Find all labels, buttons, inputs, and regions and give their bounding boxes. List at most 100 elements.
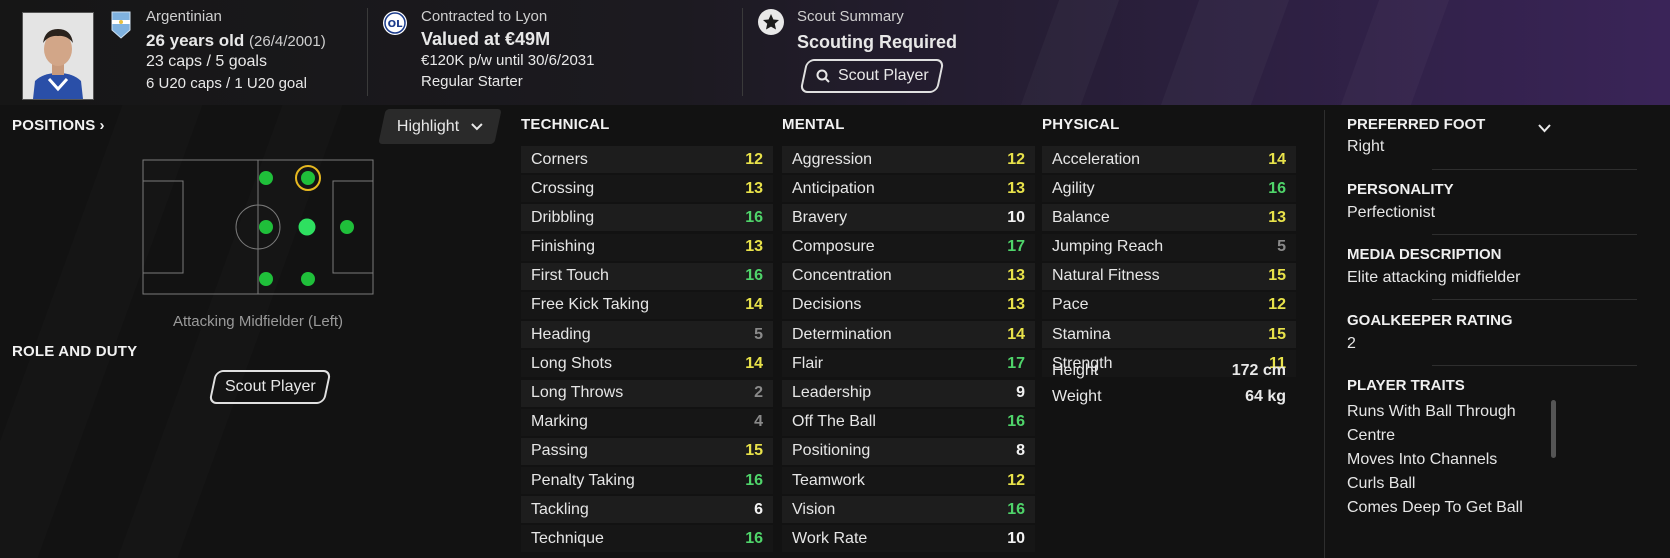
attribute-value: 14	[1007, 325, 1025, 343]
club-badge-text: OL	[388, 19, 404, 30]
attribute-row[interactable]: Acceleration 14	[1042, 146, 1296, 173]
divider	[1432, 299, 1637, 300]
weight-value: 64 kg	[1245, 388, 1286, 405]
position-dot	[259, 220, 273, 234]
highlight-dropdown[interactable]: Highlight	[378, 109, 502, 144]
age-line: 26 years old (26/4/2001)	[146, 31, 326, 51]
attribute-row[interactable]: Passing 15	[521, 437, 773, 465]
attribute-value: 2	[754, 384, 763, 401]
height-value: 172 cm	[1231, 362, 1286, 379]
position-dot-selected	[301, 171, 315, 185]
divider	[1432, 365, 1637, 366]
attribute-row[interactable]: Work Rate 10	[782, 525, 1035, 553]
goalkeeper-rating-value: 2	[1347, 335, 1356, 352]
attribute-row[interactable]: Pace 12	[1042, 291, 1296, 319]
attribute-row[interactable]: Heading 5	[521, 321, 773, 349]
attribute-name: Finishing	[531, 238, 596, 256]
attribute-row[interactable]: Crossing 13	[521, 175, 773, 203]
attribute-value: 6	[754, 500, 763, 518]
wage-text: €120K p/w until 30/6/2031	[421, 52, 595, 69]
traits-scrollbar[interactable]	[1551, 400, 1556, 458]
attribute-row[interactable]: Vision 16	[782, 496, 1035, 524]
attribute-row[interactable]: Stamina 15	[1042, 321, 1296, 349]
scouting-status: Scouting Required	[797, 32, 958, 52]
attribute-row[interactable]: Anticipation 13	[782, 175, 1035, 203]
trait-item: Curls Ball	[1347, 475, 1416, 492]
attribute-row[interactable]: Teamwork 12	[782, 467, 1035, 495]
attribute-name: Long Shots	[531, 354, 612, 372]
scout-summary-label: Scout Summary	[797, 8, 904, 25]
mental-title: MENTAL	[782, 116, 845, 133]
chevron-right-icon: ›	[99, 117, 105, 134]
attribute-value: 17	[1007, 354, 1025, 372]
position-dot	[298, 218, 316, 236]
attribute-value: 8	[1016, 442, 1025, 460]
attribute-row[interactable]: Dribbling 16	[521, 204, 773, 232]
caps-text: 23 caps / 5 goals	[146, 53, 267, 70]
nationality-text: Argentinian	[146, 8, 222, 25]
attribute-row[interactable]: Tackling 6	[521, 496, 773, 524]
attribute-name: First Touch	[531, 267, 609, 285]
attribute-name: Off The Ball	[792, 413, 876, 431]
attribute-row[interactable]: First Touch 16	[521, 262, 773, 290]
role-scout-player-button[interactable]: Scout Player	[208, 370, 332, 404]
attribute-name: Crossing	[531, 179, 595, 197]
chevron-down-icon	[471, 122, 483, 130]
attribute-row[interactable]: Corners 12	[521, 146, 773, 173]
player-portrait	[22, 12, 94, 100]
attribute-value: 13	[745, 238, 763, 256]
position-dot	[259, 272, 273, 286]
attribute-value: 16	[745, 471, 763, 489]
chevron-down-icon[interactable]	[1538, 124, 1551, 133]
attribute-name: Anticipation	[792, 179, 875, 197]
attribute-row[interactable]: Leadership 9	[782, 379, 1035, 407]
attribute-row[interactable]: Aggression 12	[782, 146, 1035, 173]
attribute-name: Teamwork	[792, 471, 865, 489]
attribute-name: Long Throws	[531, 384, 624, 401]
attribute-row[interactable]: Technique 16	[521, 525, 773, 553]
attribute-row[interactable]: Bravery 10	[782, 204, 1035, 232]
attribute-row[interactable]: Long Throws 2	[521, 379, 773, 407]
attribute-row[interactable]: Off The Ball 16	[782, 408, 1035, 436]
attribute-row[interactable]: Agility 16	[1042, 175, 1296, 203]
height-row: Height 172 cm	[1042, 362, 1296, 380]
attribute-row[interactable]: Marking 4	[521, 408, 773, 436]
attribute-row[interactable]: Natural Fitness 15	[1042, 262, 1296, 290]
attribute-row[interactable]: Decisions 13	[782, 291, 1035, 319]
attribute-name: Marking	[531, 413, 588, 431]
goalkeeper-rating-label: GOALKEEPER RATING	[1347, 312, 1513, 329]
attribute-row[interactable]: Balance 13	[1042, 204, 1296, 232]
technical-title: TECHNICAL	[521, 116, 610, 133]
attribute-value: 16	[745, 208, 763, 226]
attribute-value: 12	[1007, 471, 1025, 489]
squad-status: Regular Starter	[421, 73, 523, 90]
highlight-label: Highlight	[396, 117, 460, 135]
attribute-row[interactable]: Positioning 8	[782, 437, 1035, 465]
attribute-row[interactable]: Finishing 13	[521, 233, 773, 261]
attribute-value: 16	[745, 267, 763, 285]
attribute-row[interactable]: Free Kick Taking 14	[521, 291, 773, 319]
positions-link[interactable]: POSITIONS ›	[12, 117, 105, 134]
attribute-row[interactable]: Long Shots 14	[521, 350, 773, 378]
attribute-name: Agility	[1052, 179, 1095, 197]
attribute-name: Aggression	[792, 150, 873, 168]
attribute-value: 13	[1007, 267, 1025, 285]
u20-caps-text: 6 U20 caps / 1 U20 goal	[146, 75, 307, 92]
attribute-value: 16	[745, 529, 763, 547]
attribute-value: 9	[1016, 384, 1025, 401]
scout-player-button[interactable]: Scout Player	[799, 59, 945, 93]
star-icon	[757, 8, 785, 36]
attribute-row[interactable]: Flair 17	[782, 350, 1035, 378]
attribute-value: 13	[745, 179, 763, 197]
attribute-name: Acceleration	[1052, 150, 1141, 168]
attribute-row[interactable]: Jumping Reach 5	[1042, 233, 1296, 261]
attribute-name: Corners	[531, 150, 588, 168]
divider	[1432, 169, 1637, 170]
attribute-row[interactable]: Concentration 13	[782, 262, 1035, 290]
attribute-name: Jumping Reach	[1052, 238, 1164, 256]
attribute-name: Heading	[531, 325, 591, 343]
nationality-flag-icon	[110, 10, 132, 40]
attribute-row[interactable]: Penalty Taking 16	[521, 467, 773, 495]
attribute-row[interactable]: Determination 14	[782, 321, 1035, 349]
attribute-row[interactable]: Composure 17	[782, 233, 1035, 261]
